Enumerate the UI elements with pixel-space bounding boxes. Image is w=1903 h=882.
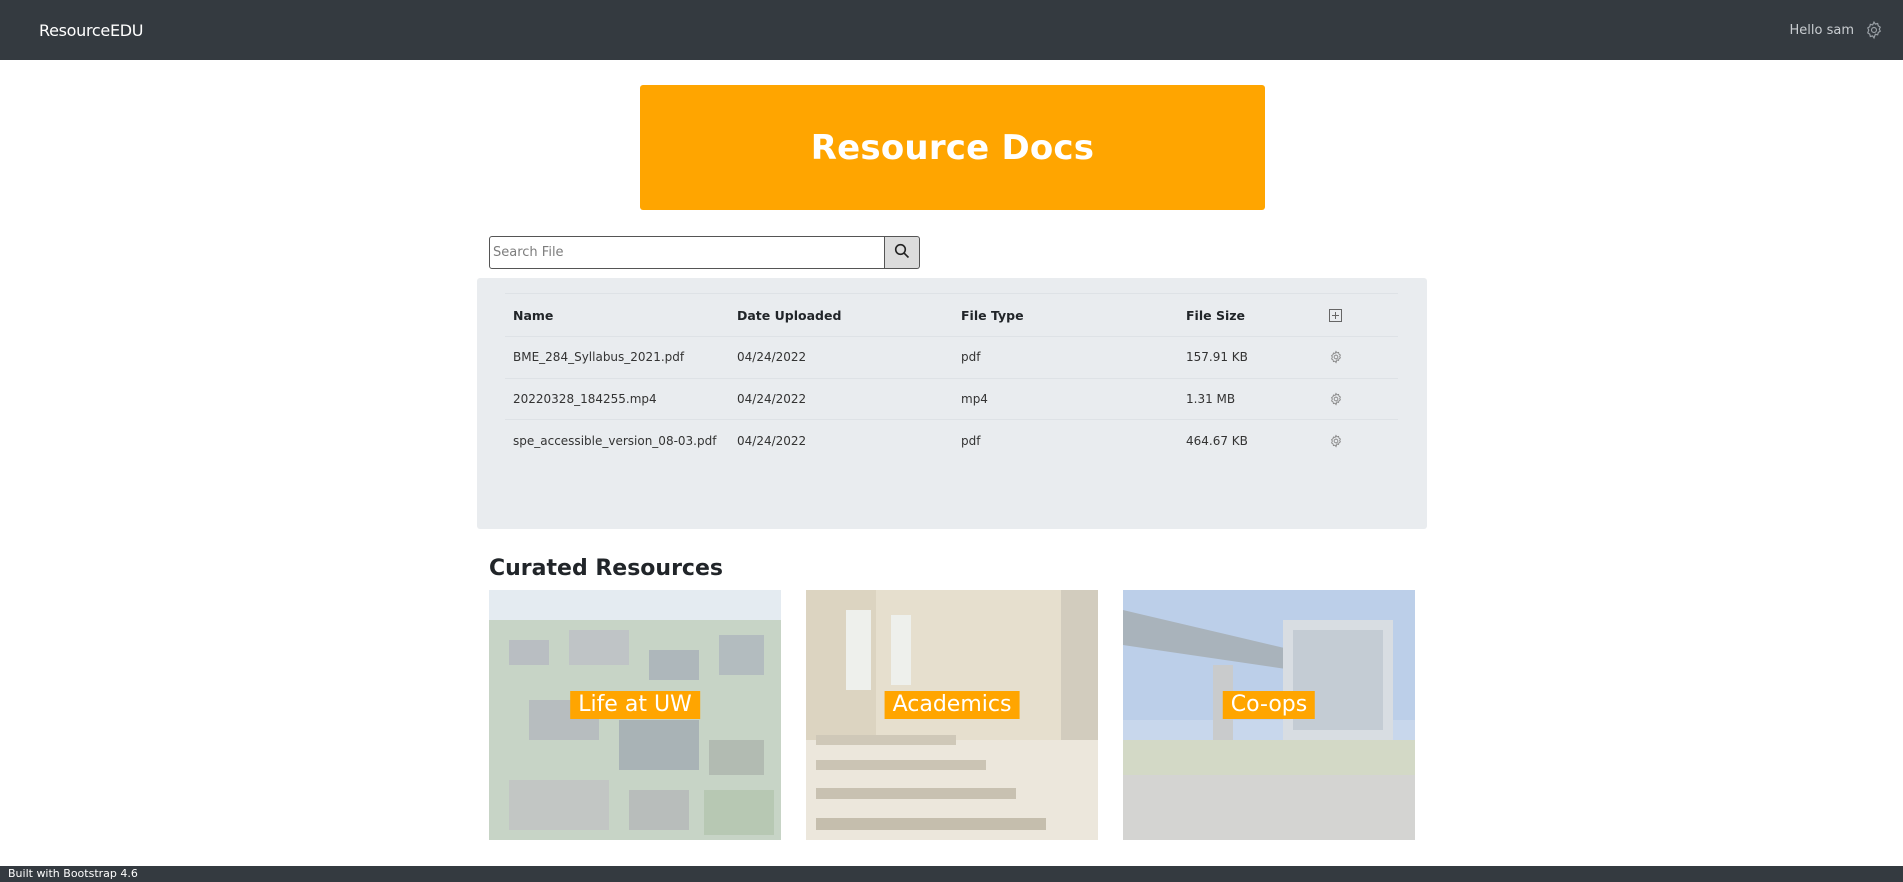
files-table: Name Date Uploaded File Type File Size B…: [505, 293, 1398, 461]
file-name[interactable]: spe_accessible_version_08-03.pdf: [505, 419, 729, 461]
card-label: Life at UW: [570, 691, 700, 719]
column-header-size[interactable]: File Size: [1178, 293, 1321, 337]
table-row[interactable]: 20220328_184255.mp4 04/24/2022 mp4 1.31 …: [505, 377, 1398, 420]
curated-cards: Life at UW Academics Co-ops: [489, 590, 1415, 840]
file-date: 04/24/2022: [729, 419, 953, 461]
page-title: Resource Docs: [810, 127, 1095, 168]
nav-right: Hello sam: [1790, 20, 1885, 40]
gear-icon: [1329, 392, 1390, 406]
files-panel: Name Date Uploaded File Type File Size B…: [477, 278, 1427, 529]
file-type: pdf: [953, 336, 1178, 378]
file-type: mp4: [953, 377, 1178, 420]
plus-square-icon: [1329, 308, 1390, 322]
column-header-date[interactable]: Date Uploaded: [729, 293, 953, 337]
file-size: 464.67 KB: [1178, 419, 1321, 461]
table-row[interactable]: BME_284_Syllabus_2021.pdf 04/24/2022 pdf…: [505, 336, 1398, 378]
file-date: 04/24/2022: [729, 377, 953, 420]
curated-resources-heading: Curated Resources: [489, 556, 723, 581]
column-header-name[interactable]: Name: [505, 293, 729, 337]
card-life-at-uw[interactable]: Life at UW: [489, 590, 781, 840]
user-greeting: Hello sam: [1789, 22, 1855, 38]
card-academics[interactable]: Academics: [806, 590, 1098, 840]
file-settings-button[interactable]: [1321, 336, 1398, 378]
file-name[interactable]: BME_284_Syllabus_2021.pdf: [505, 336, 729, 378]
column-header-type[interactable]: File Type: [953, 293, 1178, 337]
card-co-ops[interactable]: Co-ops: [1123, 590, 1415, 840]
footer: Built with Bootstrap 4.6: [0, 866, 1903, 882]
brand-logo[interactable]: ResourceEDU: [39, 21, 144, 40]
table-header-row: Name Date Uploaded File Type File Size: [505, 293, 1398, 337]
file-settings-button[interactable]: [1321, 419, 1398, 461]
card-label: Academics: [884, 691, 1020, 719]
gear-icon: [1329, 434, 1390, 448]
file-type: pdf: [953, 419, 1178, 461]
hero-banner: Resource Docs: [640, 85, 1265, 210]
table-row[interactable]: spe_accessible_version_08-03.pdf 04/24/2…: [505, 419, 1398, 461]
file-size: 157.91 KB: [1178, 336, 1321, 378]
card-label: Co-ops: [1222, 691, 1316, 719]
gear-icon[interactable]: [1864, 20, 1884, 40]
gear-icon: [1329, 350, 1390, 364]
file-settings-button[interactable]: [1321, 377, 1398, 420]
add-file-button[interactable]: [1321, 293, 1398, 337]
file-size: 1.31 MB: [1178, 377, 1321, 420]
search-button[interactable]: [885, 236, 920, 269]
file-name[interactable]: 20220328_184255.mp4: [505, 377, 729, 420]
top-navbar: ResourceEDU Hello sam: [0, 0, 1903, 60]
search-input[interactable]: [489, 236, 885, 269]
file-date: 04/24/2022: [729, 336, 953, 378]
footer-text: Built with Bootstrap 4.6: [8, 867, 138, 880]
search-bar: [489, 236, 920, 269]
search-icon: [894, 243, 910, 263]
